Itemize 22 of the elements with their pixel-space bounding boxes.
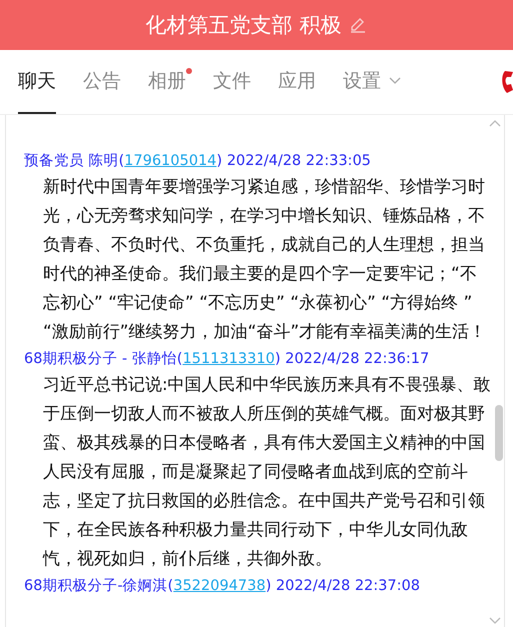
scroll-up-icon[interactable] xyxy=(489,119,501,127)
phone-icon[interactable] xyxy=(501,69,513,95)
window-title: 化材第五党支部 积极 xyxy=(146,12,342,39)
tab[interactable]: 聊天 xyxy=(18,50,56,114)
user-id-link[interactable]: 1796105014 xyxy=(124,153,217,169)
message-text: 习近平总书记说:中国人民和中华民族历来具有不畏强暴、敢于压倒一切敌人而不被敌人所压倒的英雄气概。面对极其野蛮、极其残暴的日本侵略者，具有伟大爱国主义精神的中国人民没有屈服，而是凝聚起了同侵略者血战到底的空前斗志，坚定了抗日救国的必胜信念。在中国共产党号召和引领下，在全民族各种积极力量共同行动下，中华儿女同仇敌忾，视死如归，前仆后继，共御外敌。 xyxy=(43,374,492,571)
notification-dot xyxy=(186,68,192,74)
user-id-link[interactable]: 3522094738 xyxy=(173,578,266,594)
user-id-link[interactable]: 1511313310 xyxy=(182,351,275,367)
tab[interactable]: 应用 xyxy=(278,50,316,114)
edit-icon[interactable] xyxy=(349,17,368,33)
tab[interactable]: 文件 xyxy=(213,50,251,114)
chevron-down-icon[interactable] xyxy=(389,77,401,85)
message-header: 68期积极分子 - 张静怡(1511313310) 2022/4/28 22:36:17 xyxy=(24,350,430,369)
scroll-down-icon[interactable] xyxy=(489,617,501,625)
message-header: 预备党员 陈明(1796105014) 2022/4/28 22:33:05 xyxy=(24,152,372,171)
tab[interactable]: 相册 xyxy=(148,50,192,114)
message-header: 68期积极分子-徐婀淇(3522094738) 2022/4/28 22:37:08 xyxy=(24,577,421,596)
message-text: 新时代中国青年要增强学习紧迫感，珍惜韶华、珍惜学习时光，心无旁骛求知问学，在学习中增长知识、锤炼品格，不负青春、不负时代、不负重托，成就自己的人生理想，担当时代的神圣使命。我们最主要的是四个字一定要牢记；“不忘初心” “牢记使命” “不忘历史” “永葆初心” “方得始终 ” “激励前行”继续努力，加油“奋斗”才能有幸福美满的生活！ xyxy=(43,176,488,344)
tab[interactable]: 公告 xyxy=(83,50,121,114)
tab[interactable]: 设置 xyxy=(343,50,401,114)
scrollbar-thumb[interactable] xyxy=(495,405,503,461)
